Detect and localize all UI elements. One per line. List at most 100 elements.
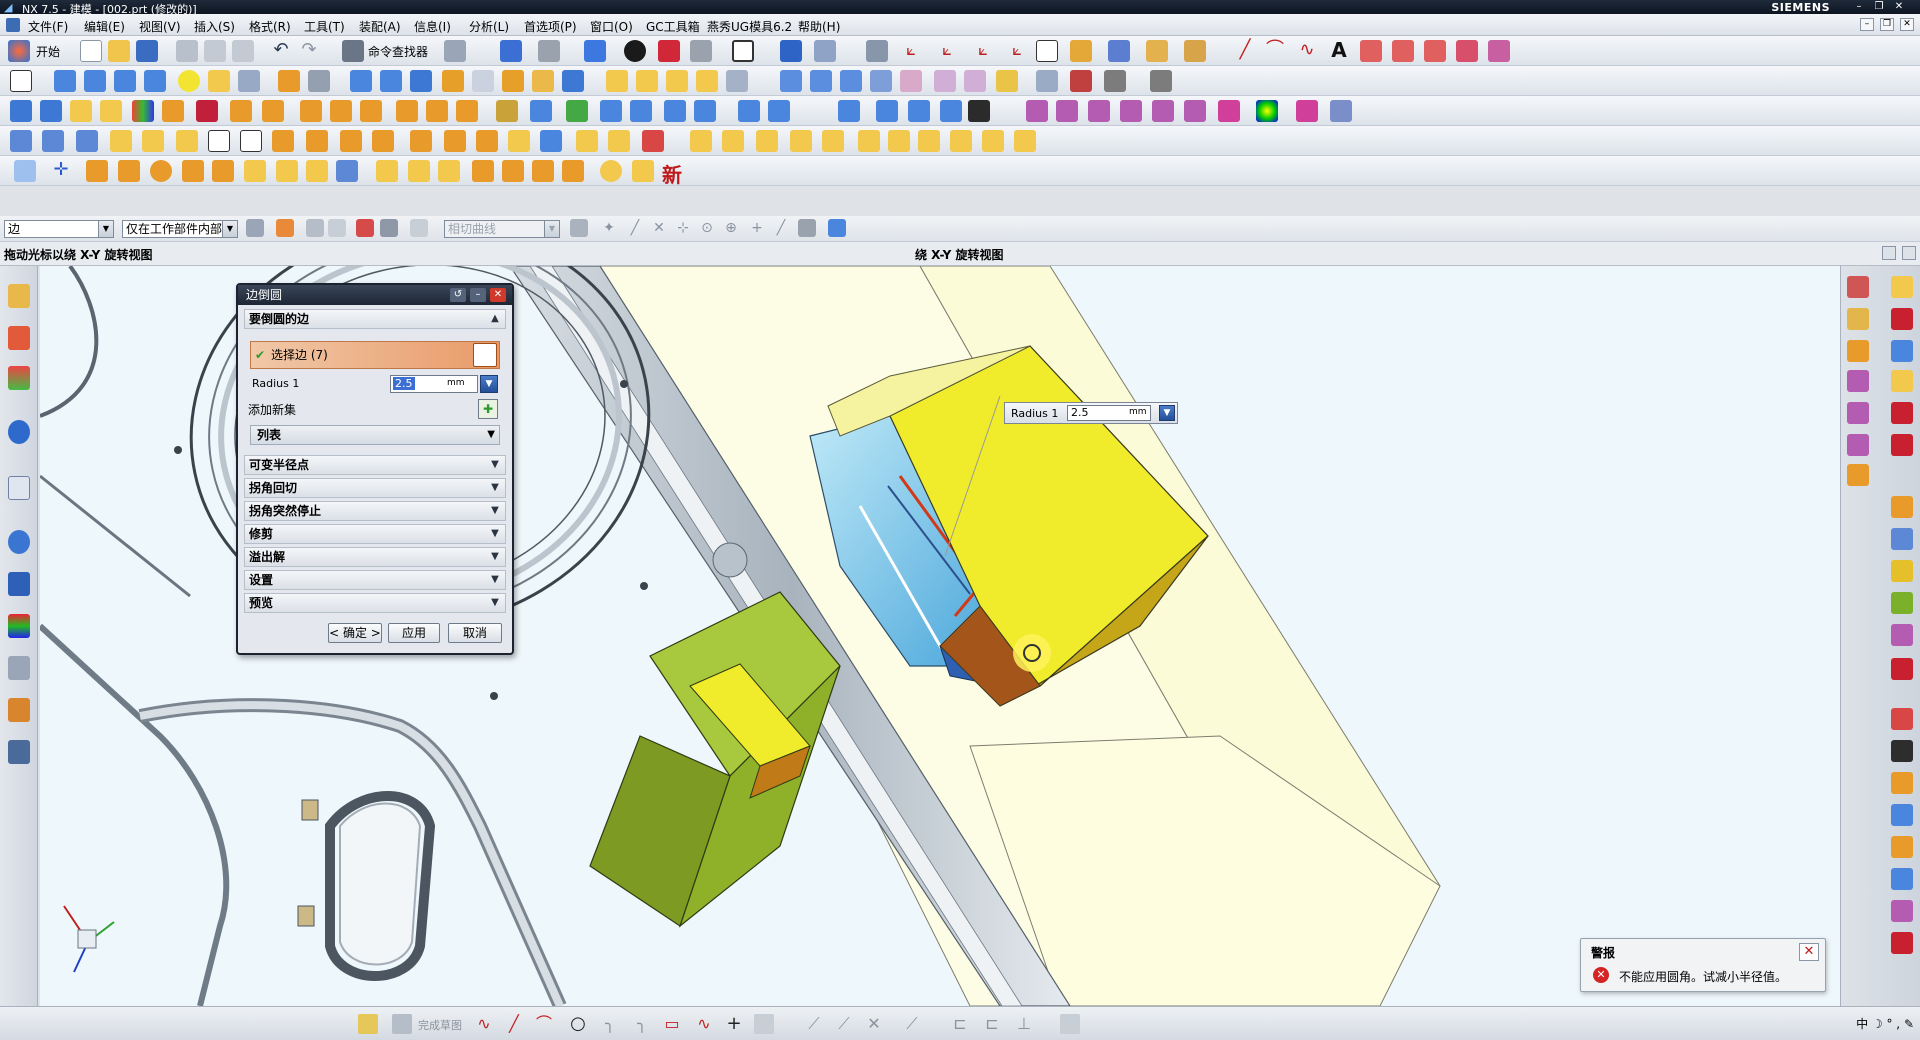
reset-icon[interactable]: ↺ [450,288,466,302]
make-corner-icon[interactable]: ✕ [864,1014,884,1034]
system-materials-icon[interactable] [8,572,30,596]
section-stop-short[interactable]: 拐角突然停止 ▼ [244,501,506,521]
bom-icon[interactable] [566,100,588,122]
studio-spline-icon[interactable]: ∿ [694,1014,714,1034]
pull-face-icon[interactable] [1847,308,1869,330]
open-folder-icon[interactable] [108,40,130,62]
reset-filter-icon[interactable] [306,219,324,237]
profile-icon[interactable]: ∿ [474,1014,494,1034]
grid-icon[interactable] [968,100,990,122]
roles-icon[interactable] [8,698,30,722]
shrinkage-icon[interactable] [42,130,64,152]
reuse-library-icon[interactable] [8,420,30,444]
divide-face-icon[interactable] [1070,70,1092,92]
menu-view[interactable]: 视图(V) [139,18,181,35]
pocket-tool-icon[interactable] [496,100,518,122]
start-icon[interactable] [8,40,30,62]
trim-curve-icon[interactable] [1488,40,1510,62]
radial-dim-icon[interactable] [1891,560,1913,582]
extract-curve-icon[interactable] [1456,40,1478,62]
rect-select-icon[interactable] [410,219,428,237]
mirror-face-icon[interactable] [1891,836,1913,858]
parting-line-icon[interactable] [240,130,262,152]
angular-dim-icon[interactable] [1891,528,1913,550]
offset-curve-icon[interactable] [1360,40,1382,62]
quick-trim-icon[interactable]: ⟋ [804,1014,824,1034]
bushing-icon[interactable] [790,130,812,152]
circle-tool-icon[interactable] [150,160,172,182]
snap-arc-center-icon[interactable]: ⊙ [698,219,716,237]
lifter-icon[interactable] [642,130,664,152]
text-icon[interactable]: A [1328,40,1350,62]
section-trim[interactable]: 修剪 ▼ [244,524,506,544]
pin-icon[interactable] [576,130,598,152]
doc-restore-button[interactable]: ❐ [1880,18,1894,31]
select-all-icon[interactable] [276,219,294,237]
render-style-icon[interactable] [624,40,646,62]
snap-intersect-icon[interactable]: ✕ [650,219,668,237]
window-tool-icon[interactable] [336,160,358,182]
history-icon[interactable] [8,530,30,554]
runner-icon[interactable] [330,100,352,122]
offset-surface-icon[interactable] [934,70,956,92]
mold-wizard-icon[interactable] [132,100,154,122]
cylinder-icon[interactable] [114,70,136,92]
sweep-icon[interactable] [870,70,892,92]
new-file-icon[interactable] [80,40,102,62]
hinge-icon[interactable] [502,160,524,182]
wcs-icon[interactable] [866,40,888,62]
locate-ring-icon[interactable] [822,130,844,152]
circle-icon[interactable]: ○ [568,1014,588,1034]
make-parallel-icon[interactable] [1891,434,1913,456]
wrap-icon[interactable] [1088,100,1110,122]
dot-grid-icon[interactable] [14,160,36,182]
unwrap-icon[interactable] [1120,100,1142,122]
project-curve-icon[interactable] [1392,40,1414,62]
app-menu-icon[interactable] [6,18,20,32]
arc-icon[interactable]: ⌒ [1264,40,1286,62]
fillet-icon[interactable]: ╮ [600,1014,620,1034]
grid-pattern-icon[interactable] [444,130,466,152]
radius-menu-icon[interactable]: ▼ [480,375,498,393]
select-edge-row[interactable]: ✔ 选择边 (7) [250,341,500,369]
counterbore-icon[interactable] [118,160,140,182]
unite-icon[interactable] [442,70,464,92]
menu-yanxiu-mold[interactable]: 燕秀UG模具6.2 [707,18,792,35]
edit-surface-icon[interactable] [1036,70,1058,92]
section-edges-to-blend[interactable]: 要倒圆的边 ▲ [244,309,506,329]
slot-icon[interactable] [380,70,402,92]
snap-bounded-icon[interactable] [828,219,846,237]
zoom-icon[interactable] [940,100,962,122]
csys-orient-icon[interactable]: ⟀ [1006,40,1028,62]
camera-icon[interactable] [530,100,552,122]
offset-icon[interactable] [754,1014,774,1034]
point-icon[interactable]: + [724,1014,744,1034]
add-component-icon[interactable] [40,100,62,122]
standard-parts-icon[interactable] [230,100,252,122]
cut-face-icon[interactable] [1891,772,1913,794]
group-face-icon[interactable] [1891,708,1913,730]
arc-icon[interactable]: ⌒ [534,1014,554,1034]
boss-icon[interactable] [278,70,300,92]
make-perpendicular-icon[interactable] [1847,464,1869,486]
menu-format[interactable]: 格式(R) [249,18,291,35]
cancel-button[interactable]: 取消 [448,623,502,643]
delete-face-sync-icon[interactable] [1891,900,1913,922]
show-constraints-icon[interactable]: ⊥ [1014,1014,1034,1034]
make-coplanar-icon[interactable] [1891,370,1913,392]
change-shell-icon[interactable] [1891,658,1913,680]
sphere-icon[interactable] [178,70,200,92]
new-label[interactable]: 新 [662,159,682,188]
system-scene-icon[interactable] [8,740,30,764]
shell-face-icon[interactable] [1891,624,1913,646]
intersect-icon[interactable] [502,70,524,92]
region-icon[interactable] [208,130,230,152]
section-settings[interactable]: 设置 ▼ [244,570,506,590]
vent-icon[interactable] [86,160,108,182]
parting-icon[interactable] [162,100,184,122]
filter-settings-icon[interactable] [246,219,264,237]
radius-value[interactable]: 2.5 [393,377,415,390]
measure-distance-icon[interactable] [738,100,760,122]
section-preview[interactable]: 预览 ▼ [244,593,506,613]
snap-quadrant-icon[interactable]: ⊕ [722,219,740,237]
